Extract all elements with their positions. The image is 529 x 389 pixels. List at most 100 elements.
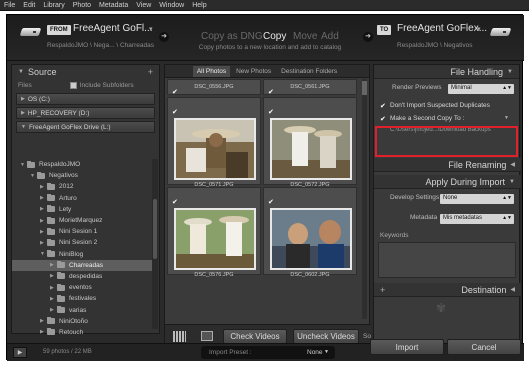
expand-triangle-icon[interactable]: ▶ — [40, 184, 47, 190]
to-drive-name[interactable]: FreeAgent GoFlex... — [397, 23, 487, 34]
menu-edit[interactable]: Edit — [23, 2, 35, 9]
menu-library[interactable]: Library — [43, 2, 64, 9]
folder-label: RespaldoJMO — [39, 161, 81, 169]
menu-photo[interactable]: Photo — [73, 2, 91, 9]
menu-view[interactable]: View — [136, 2, 151, 9]
tab-destination-folders[interactable]: Destination Folders — [277, 66, 341, 77]
collapse-triangle-icon[interactable]: ▼ — [20, 162, 27, 168]
folder-tree-item[interactable]: ▶ varias — [12, 304, 152, 315]
develop-settings-select[interactable]: None ▲▼ — [440, 194, 514, 204]
mode-copy-as-dng[interactable]: Copy as DNG — [201, 31, 263, 42]
arrow-right-icon: ➜ — [363, 32, 373, 42]
expand-triangle-icon[interactable]: ▶ — [40, 229, 47, 235]
source-scrollbar[interactable] — [152, 159, 158, 329]
tab-all-photos[interactable]: All Photos — [192, 65, 231, 77]
collapse-triangle-icon[interactable]: ▼ — [509, 179, 515, 185]
folder-tree-item[interactable]: ▼ RespaldoJMO — [12, 159, 152, 170]
thumbnail-cell[interactable]: ✔ DSC_0602.JPG — [263, 187, 357, 278]
cancel-button[interactable]: Cancel — [447, 339, 521, 355]
folder-tree-item[interactable]: ▶ NiniOtoño — [12, 316, 152, 327]
import-preset-select[interactable]: Import Preset : None ▼ — [201, 346, 335, 359]
mode-add[interactable]: Add — [321, 31, 339, 42]
menu-help[interactable]: Help — [192, 2, 206, 9]
mode-copy[interactable]: Copy — [263, 31, 286, 42]
loupe-view-icon[interactable] — [201, 331, 213, 341]
expand-triangle-icon[interactable]: ▶ — [50, 307, 57, 313]
destination-header[interactable]: + Destination ◀ — [374, 283, 521, 297]
expand-triangle-icon[interactable]: ▶ — [50, 273, 57, 279]
add-destination-icon[interactable]: + — [380, 285, 385, 295]
expand-triangle-icon[interactable]: ▶ — [40, 318, 47, 324]
expand-triangle-icon[interactable]: ◀ — [510, 161, 515, 168]
folder-tree-item[interactable]: ▶ Charreadas — [12, 259, 152, 271]
from-drive-name[interactable]: FreeAgent GoFl... — [73, 23, 152, 34]
file-renaming-header[interactable]: File Renaming ◀ — [374, 158, 521, 172]
grid-scrollbar[interactable] — [362, 79, 367, 319]
folder-tree-item[interactable]: ▶ MorietMarquez — [12, 215, 152, 226]
uncheck-videos-button[interactable]: Uncheck Videos — [293, 329, 359, 344]
expand-triangle-icon[interactable]: ▶ — [50, 296, 57, 302]
folder-tree-item[interactable]: ▶ 2012 — [12, 181, 152, 192]
expand-triangle-icon[interactable]: ▶ — [40, 206, 47, 212]
expand-triangle-icon[interactable]: ◀ — [510, 286, 515, 293]
add-source-icon[interactable]: + — [148, 67, 153, 77]
collapse-triangle-icon[interactable]: ▼ — [40, 251, 47, 257]
thumbnail-checkbox[interactable]: ✔ — [172, 108, 178, 116]
metadata-select[interactable]: Mis metadatas ▲▼ — [440, 214, 514, 224]
check-videos-button[interactable]: Check Videos — [223, 329, 287, 344]
drive-os[interactable]: ▶ OS (C:) — [16, 93, 155, 105]
thumbnail-checkbox[interactable]: ✔ — [172, 198, 178, 206]
second-copy-dropdown-icon[interactable]: ▼ — [504, 115, 509, 121]
expand-triangle-icon[interactable]: ▶ — [40, 329, 47, 335]
collapse-triangle-icon[interactable]: ▼ — [30, 173, 37, 179]
apply-during-import-header[interactable]: Apply During Import ▼ — [374, 175, 521, 189]
folder-tree-item[interactable]: ▼ NiniBlog — [12, 249, 152, 260]
thumbnail-cell[interactable]: ✔ DSC_0572.JPG — [263, 97, 357, 188]
grid-view-icon[interactable] — [173, 331, 186, 342]
folder-tree-item[interactable]: ▶ Lety — [12, 204, 152, 215]
expand-triangle-icon[interactable]: ▶ — [50, 285, 57, 291]
dont-import-duplicates-checkbox[interactable]: ✔ — [380, 102, 386, 110]
thumbnail-checkbox[interactable]: ✔ — [172, 88, 178, 96]
to-drive-dropdown-icon[interactable]: ▾ — [477, 25, 481, 33]
folder-tree-item[interactable]: ▼ Negativos — [12, 170, 152, 181]
include-subfolders-label: Include Subfolders — [79, 81, 134, 89]
from-drive-dropdown-icon[interactable]: ▾ — [149, 25, 153, 33]
drive-freeagent[interactable]: ▼ FreeAgent GoFlex Drive (L:) — [16, 121, 155, 133]
source-panel-header[interactable]: ▼ Source + — [12, 65, 159, 79]
folder-tree-item[interactable]: ▶ festivales — [12, 293, 152, 304]
drive-hp-recovery[interactable]: ▶ HP_RECOVERY (D:) — [16, 107, 155, 119]
render-previews-select[interactable]: Minimal ▲▼ — [448, 84, 514, 94]
expand-triangle-icon[interactable]: ▶ — [40, 195, 47, 201]
thumbnail-cell[interactable]: DSC_0556.JPG ✔ — [167, 79, 261, 96]
keywords-input[interactable] — [378, 242, 516, 278]
tab-new-photos[interactable]: New Photos — [232, 66, 275, 77]
mode-move[interactable]: Move — [293, 31, 317, 42]
include-subfolders-checkbox[interactable] — [69, 81, 77, 89]
folder-tree-item[interactable]: ▶ Arturo — [12, 193, 152, 204]
folder-tree-item[interactable]: ▶ despedidas — [12, 271, 152, 282]
menu-window[interactable]: Window — [159, 2, 184, 9]
thumbnail-checkbox[interactable]: ✔ — [268, 88, 274, 96]
metadata-value: Mis metadatas — [443, 215, 483, 221]
folder-tree-item[interactable]: ▶ Nini Sesion 2 — [12, 237, 152, 248]
thumbnail-cell[interactable]: ✔ DSC_0571.JPG — [167, 97, 261, 188]
expand-triangle-icon[interactable]: ▶ — [50, 262, 57, 268]
thumbnail-cell[interactable]: DSC_0561.JPG ✔ — [263, 79, 357, 96]
expand-triangle-icon[interactable]: ▶ — [40, 218, 47, 224]
expand-dialog-icon[interactable]: ▶ — [13, 347, 27, 358]
thumbnail-cell[interactable]: ✔ DSC_0576.JPG — [167, 187, 261, 278]
folder-tree-item[interactable]: ▶ eventos — [12, 282, 152, 293]
import-button[interactable]: Import — [370, 339, 444, 355]
file-handling-header[interactable]: File Handling ▼ — [374, 65, 519, 79]
second-copy-checkbox[interactable]: ✔ — [380, 115, 386, 123]
menu-file[interactable]: File — [4, 2, 15, 9]
collapse-triangle-icon[interactable]: ▼ — [507, 69, 513, 75]
thumbnail-checkbox[interactable]: ✔ — [268, 108, 274, 116]
folder-tree-item[interactable]: ▶ Nini Sesion 1 — [12, 226, 152, 237]
menu-metadata[interactable]: Metadata — [99, 2, 128, 9]
expand-triangle-icon[interactable]: ▶ — [40, 240, 47, 246]
thumbnail-checkbox[interactable]: ✔ — [268, 198, 274, 206]
folder-tree-item[interactable]: ▶ Retouch — [12, 327, 152, 335]
collapse-triangle-icon[interactable]: ▼ — [18, 69, 24, 75]
